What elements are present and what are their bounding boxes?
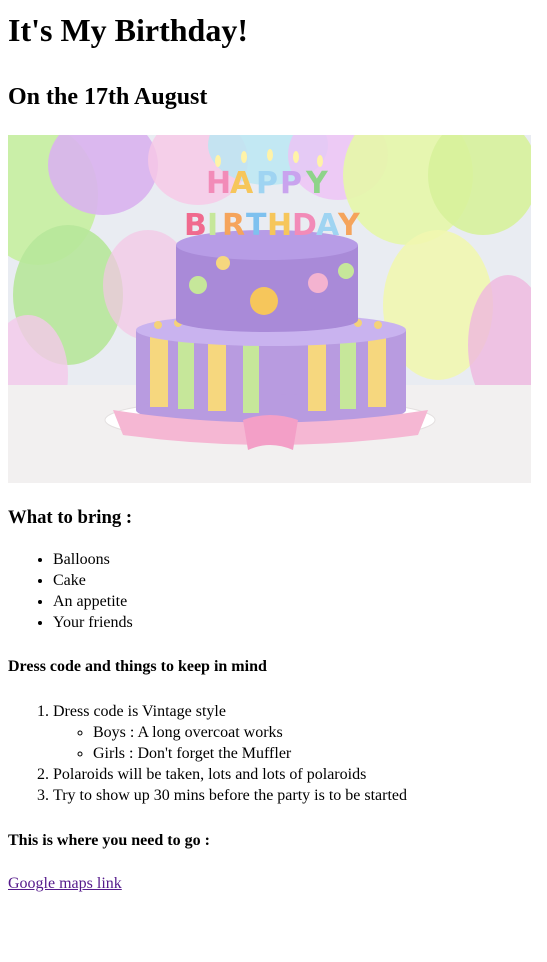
svg-text:H: H — [267, 208, 292, 243]
page-title: It's My Birthday! — [8, 12, 248, 48]
svg-text:B: B — [184, 208, 207, 243]
svg-text:R: R — [222, 208, 245, 243]
list-item: Balloons — [53, 549, 539, 570]
birthday-cake-image: H A P P Y B I R T H D A Y — [8, 135, 531, 483]
svg-text:T: T — [246, 208, 267, 243]
bring-list: Balloons Cake An appetite Your friends — [8, 549, 539, 633]
svg-text:A: A — [230, 166, 254, 201]
list-item: Polaroids will be taken, lots and lots o… — [53, 764, 539, 785]
what-to-bring-heading: What to bring : — [8, 507, 133, 528]
list-item-label: Dress code is Vintage style — [53, 703, 226, 720]
svg-text:Y: Y — [305, 166, 329, 201]
list-item: Try to show up 30 mins before the party … — [53, 785, 539, 806]
svg-text:P: P — [256, 166, 278, 201]
page-subtitle: On the 17th August — [8, 84, 208, 110]
notes-list: Dress code is Vintage style Boys : A lon… — [8, 701, 539, 806]
svg-text:P: P — [280, 166, 302, 201]
list-item: An appetite — [53, 591, 539, 612]
page: It's My Birthday! On the 17th August H A… — [0, 0, 547, 894]
list-item: Your friends — [53, 612, 539, 633]
list-item: Dress code is Vintage style Boys : A lon… — [53, 701, 539, 764]
svg-text:Y: Y — [337, 208, 361, 243]
dress-code-heading: Dress code and things to keep in mind — [8, 658, 267, 675]
svg-text:I: I — [207, 208, 218, 243]
sub-list-item: Girls : Don't forget the Muffler — [93, 743, 539, 764]
svg-text:A: A — [316, 208, 340, 243]
location-heading: This is where you need to go : — [8, 832, 210, 849]
google-maps-link[interactable]: Google maps link — [8, 874, 122, 894]
sub-list-item: Boys : A long overcoat works — [93, 722, 539, 743]
svg-text:D: D — [292, 208, 317, 243]
svg-text:H: H — [206, 166, 231, 201]
list-item: Cake — [53, 570, 539, 591]
sub-list: Boys : A long overcoat works Girls : Don… — [53, 722, 539, 764]
